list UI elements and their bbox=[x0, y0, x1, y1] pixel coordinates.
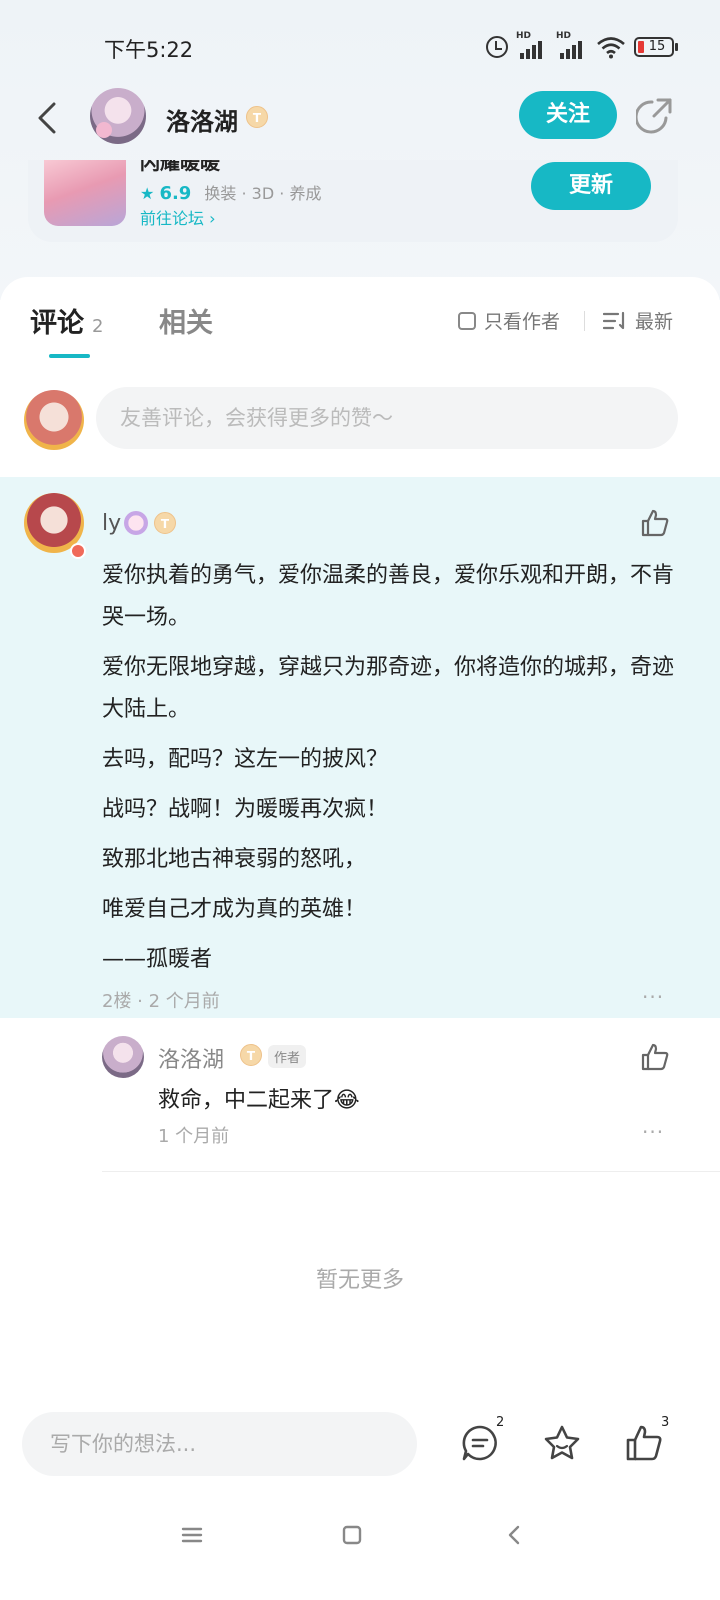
author-tag: 作者 bbox=[268, 1045, 307, 1068]
reply-text: 救命，中二起来了😂 bbox=[158, 1088, 360, 1113]
back-icon[interactable] bbox=[500, 1521, 528, 1549]
fan-badge-icon bbox=[124, 511, 148, 535]
comment-paragraph: 爱你执着的勇气，爱你温柔的善良，爱你乐观和开朗，不肯哭一场。 bbox=[102, 563, 675, 630]
sort-label: 最新 bbox=[635, 311, 674, 333]
comment-item: ly T 爱你执着的勇气，爱你温柔的善良，爱你乐观和开朗，不肯哭一场。 爱你无限… bbox=[0, 477, 720, 1018]
reply-meta: 1 个月前 bbox=[158, 1126, 230, 1147]
author-name[interactable]: 洛洛湖 bbox=[166, 102, 238, 137]
comment-paragraph: ——孤暖者 bbox=[102, 947, 213, 972]
thumbs-up-icon[interactable] bbox=[640, 508, 670, 538]
reply-avatar[interactable] bbox=[102, 1036, 144, 1078]
star-icon[interactable] bbox=[542, 1423, 582, 1463]
forum-link-label: 前往论坛 bbox=[140, 209, 205, 228]
update-button[interactable]: 更新 bbox=[531, 162, 651, 210]
game-meta: ★ 6.9 换装 · 3D · 养成 bbox=[140, 180, 321, 204]
star-icon: ★ bbox=[140, 184, 155, 203]
system-nav-bar bbox=[0, 1497, 720, 1600]
comment-meta: 2楼 · 2 个月前 bbox=[102, 991, 220, 1012]
avatar-badge-icon bbox=[70, 543, 86, 559]
comment-input[interactable]: 友善评论，会获得更多的赞～ bbox=[96, 387, 678, 449]
my-avatar bbox=[24, 390, 84, 450]
comment-paragraph: 致那北地古神衰弱的怒吼， bbox=[102, 847, 367, 872]
tab-related[interactable]: 相关 bbox=[159, 301, 213, 340]
divider bbox=[102, 1171, 720, 1172]
tab-comments[interactable]: 评论 2 bbox=[30, 301, 103, 340]
no-more-label: 暂无更多 bbox=[315, 1268, 404, 1293]
more-options-icon[interactable]: ··· bbox=[642, 985, 664, 1009]
game-thumbnail[interactable] bbox=[44, 160, 126, 226]
comment-input-row: 友善评论，会获得更多的赞～ bbox=[0, 387, 720, 457]
game-score: 6.9 bbox=[159, 183, 192, 204]
chevron-right-icon: › bbox=[209, 209, 216, 228]
post-header: 洛洛湖 T 关注 bbox=[0, 80, 720, 160]
tab-comments-count: 2 bbox=[92, 316, 104, 337]
game-tags: 换装 · 3D · 养成 bbox=[204, 184, 322, 203]
forum-link[interactable]: 前往论坛 › bbox=[140, 205, 216, 229]
comment-paragraph: 去吗，配吗？这左一的披风？ bbox=[102, 747, 389, 772]
sort-button[interactable]: 最新 bbox=[603, 307, 673, 334]
reply-author-name[interactable]: 洛洛湖 bbox=[158, 1042, 224, 1074]
comments-panel: 评论 2 相关 只看作者 最新 友善评论，会获得更多的赞～ ly T 爱你执着的… bbox=[0, 277, 720, 1397]
hd-label: HD bbox=[516, 31, 532, 41]
like-count: 3 bbox=[661, 1415, 670, 1430]
level-badge: T bbox=[240, 1044, 262, 1066]
active-tab-indicator bbox=[49, 354, 90, 358]
comment-paragraph: 爱你无限地穿越，穿越只为那奇迹，你将造你的城邦，奇迹大陆上。 bbox=[102, 655, 675, 722]
bottom-action-bar: 写下你的想法... 2 3 bbox=[0, 1397, 720, 1497]
comment-paragraph: 战吗？战啊！为暖暖再次疯！ bbox=[102, 797, 389, 822]
thumbs-up-icon[interactable] bbox=[624, 1423, 664, 1463]
alarm-icon bbox=[486, 36, 508, 58]
author-only-label: 只看作者 bbox=[484, 311, 561, 333]
signal-icon: HD bbox=[556, 31, 590, 59]
comment-paragraph: 唯爱自己才成为真的英雄！ bbox=[102, 897, 367, 922]
commenter-avatar[interactable] bbox=[24, 493, 86, 559]
author-only-toggle[interactable]: 只看作者 bbox=[458, 307, 560, 334]
menu-icon[interactable] bbox=[178, 1521, 206, 1549]
comment-body: 爱你执着的勇气，爱你温柔的善良，爱你乐观和开朗，不肯哭一场。 爱你无限地穿越，穿… bbox=[102, 555, 682, 989]
reply-item: 洛洛湖 T 作者 救命，中二起来了😂 1 个月前 ··· bbox=[0, 1018, 720, 1173]
tab-comments-label: 评论 bbox=[30, 308, 84, 339]
back-arrow-icon[interactable] bbox=[28, 98, 68, 138]
reply-input[interactable]: 写下你的想法... bbox=[22, 1412, 417, 1476]
divider bbox=[584, 311, 585, 331]
comment-count: 2 bbox=[496, 1415, 505, 1430]
home-icon[interactable] bbox=[338, 1521, 366, 1549]
more-options-icon[interactable]: ··· bbox=[642, 1120, 664, 1144]
sort-icon bbox=[603, 311, 625, 329]
battery-level: 15 bbox=[648, 39, 666, 54]
author-avatar[interactable] bbox=[90, 88, 146, 144]
wifi-icon bbox=[597, 37, 625, 59]
checkbox-icon[interactable] bbox=[458, 311, 476, 330]
level-badge: T bbox=[154, 512, 176, 534]
follow-button[interactable]: 关注 bbox=[519, 91, 617, 139]
hd-label: HD bbox=[556, 31, 572, 41]
game-title[interactable]: 闪耀暖暖 bbox=[140, 160, 220, 175]
thumbs-up-icon[interactable] bbox=[640, 1042, 670, 1072]
status-bar: 下午5:22 HD HD 15 bbox=[0, 0, 720, 80]
level-badge: T bbox=[246, 106, 268, 128]
comment-tabs: 评论 2 相关 只看作者 最新 bbox=[0, 277, 720, 367]
game-card[interactable]: 闪耀暖暖 ★ 6.9 换装 · 3D · 养成 前往论坛 › 更新 bbox=[28, 160, 678, 242]
share-icon[interactable] bbox=[636, 96, 674, 134]
status-time: 下午5:22 bbox=[104, 38, 194, 62]
battery-icon: 15 bbox=[634, 37, 678, 57]
status-icons: HD HD 15 bbox=[486, 31, 678, 60]
comment-icon[interactable] bbox=[460, 1423, 500, 1463]
signal-icon: HD bbox=[516, 31, 550, 59]
commenter-name[interactable]: ly bbox=[102, 511, 121, 536]
